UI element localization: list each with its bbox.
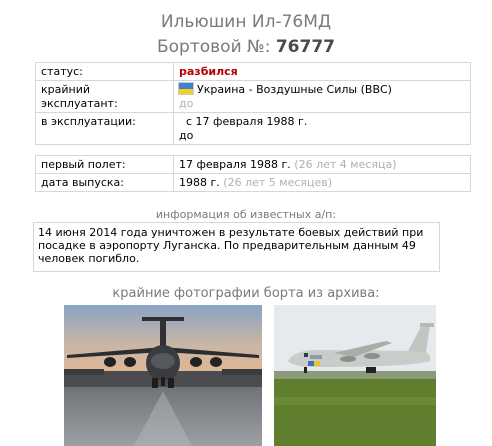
in-service-from: с 17 февраля 1988 г.: [186, 115, 308, 128]
board-number-label: Бортовой №:: [156, 37, 271, 57]
photos-heading: крайние фотографии борта из архива:: [112, 286, 380, 301]
operator-until: до: [179, 97, 194, 110]
table-row: в эксплуатации: с 17 февраля 1988 г. до: [35, 112, 471, 145]
operator-label: крайний эксплуатант:: [35, 80, 174, 113]
table-row: крайний эксплуатант: Украина - Воздушные…: [35, 80, 471, 113]
aircraft-photo-front[interactable]: [64, 305, 262, 446]
in-service-until: до: [179, 129, 194, 142]
table-row: статус: разбился: [35, 62, 471, 81]
in-service-value: с 17 февраля 1988 г. до: [173, 112, 471, 145]
aircraft-status-table: статус: разбился крайний эксплуатант: Ук…: [35, 62, 471, 145]
built-value-cell: 1988 г. (26 лет 5 месяцев): [173, 173, 471, 192]
built-age: (26 лет 5 месяцев): [223, 176, 333, 189]
first-flight-age: (26 лет 4 месяца): [294, 158, 397, 171]
built-label: дата выпуска:: [35, 173, 174, 192]
board-number-title: Бортовой №: 76777: [0, 37, 492, 57]
known-info-heading: информация об известных а/п:: [155, 208, 337, 221]
operator-link[interactable]: Украина - Воздушные Силы (ВВС): [197, 83, 392, 96]
operator-value-cell: Украина - Воздушные Силы (ВВС) до: [173, 80, 471, 113]
aircraft-photo-side[interactable]: [274, 305, 436, 446]
table-row: дата выпуска: 1988 г. (26 лет 5 месяцев): [35, 173, 471, 192]
built-value: 1988 г.: [179, 176, 220, 189]
in-service-label: в эксплуатации:: [35, 112, 174, 145]
aircraft-dates-table: первый полет: 17 февраля 1988 г. (26 лет…: [35, 155, 471, 192]
ukraine-flag-icon: [179, 83, 193, 94]
first-flight-label: первый полет:: [35, 155, 174, 174]
status-value: разбился: [173, 62, 471, 81]
board-number-value: 76777: [275, 37, 335, 57]
status-badge: разбился: [179, 65, 238, 78]
known-info-box: 14 июня 2014 года уничтожен в результате…: [33, 222, 440, 272]
status-label: статус:: [35, 62, 174, 81]
first-flight-value-cell: 17 февраля 1988 г. (26 лет 4 месяца): [173, 155, 471, 174]
table-row: первый полет: 17 февраля 1988 г. (26 лет…: [35, 155, 471, 174]
aircraft-model-title: Ильюшин Ил-76МД: [160, 12, 332, 32]
first-flight-value: 17 февраля 1988 г.: [179, 158, 291, 171]
